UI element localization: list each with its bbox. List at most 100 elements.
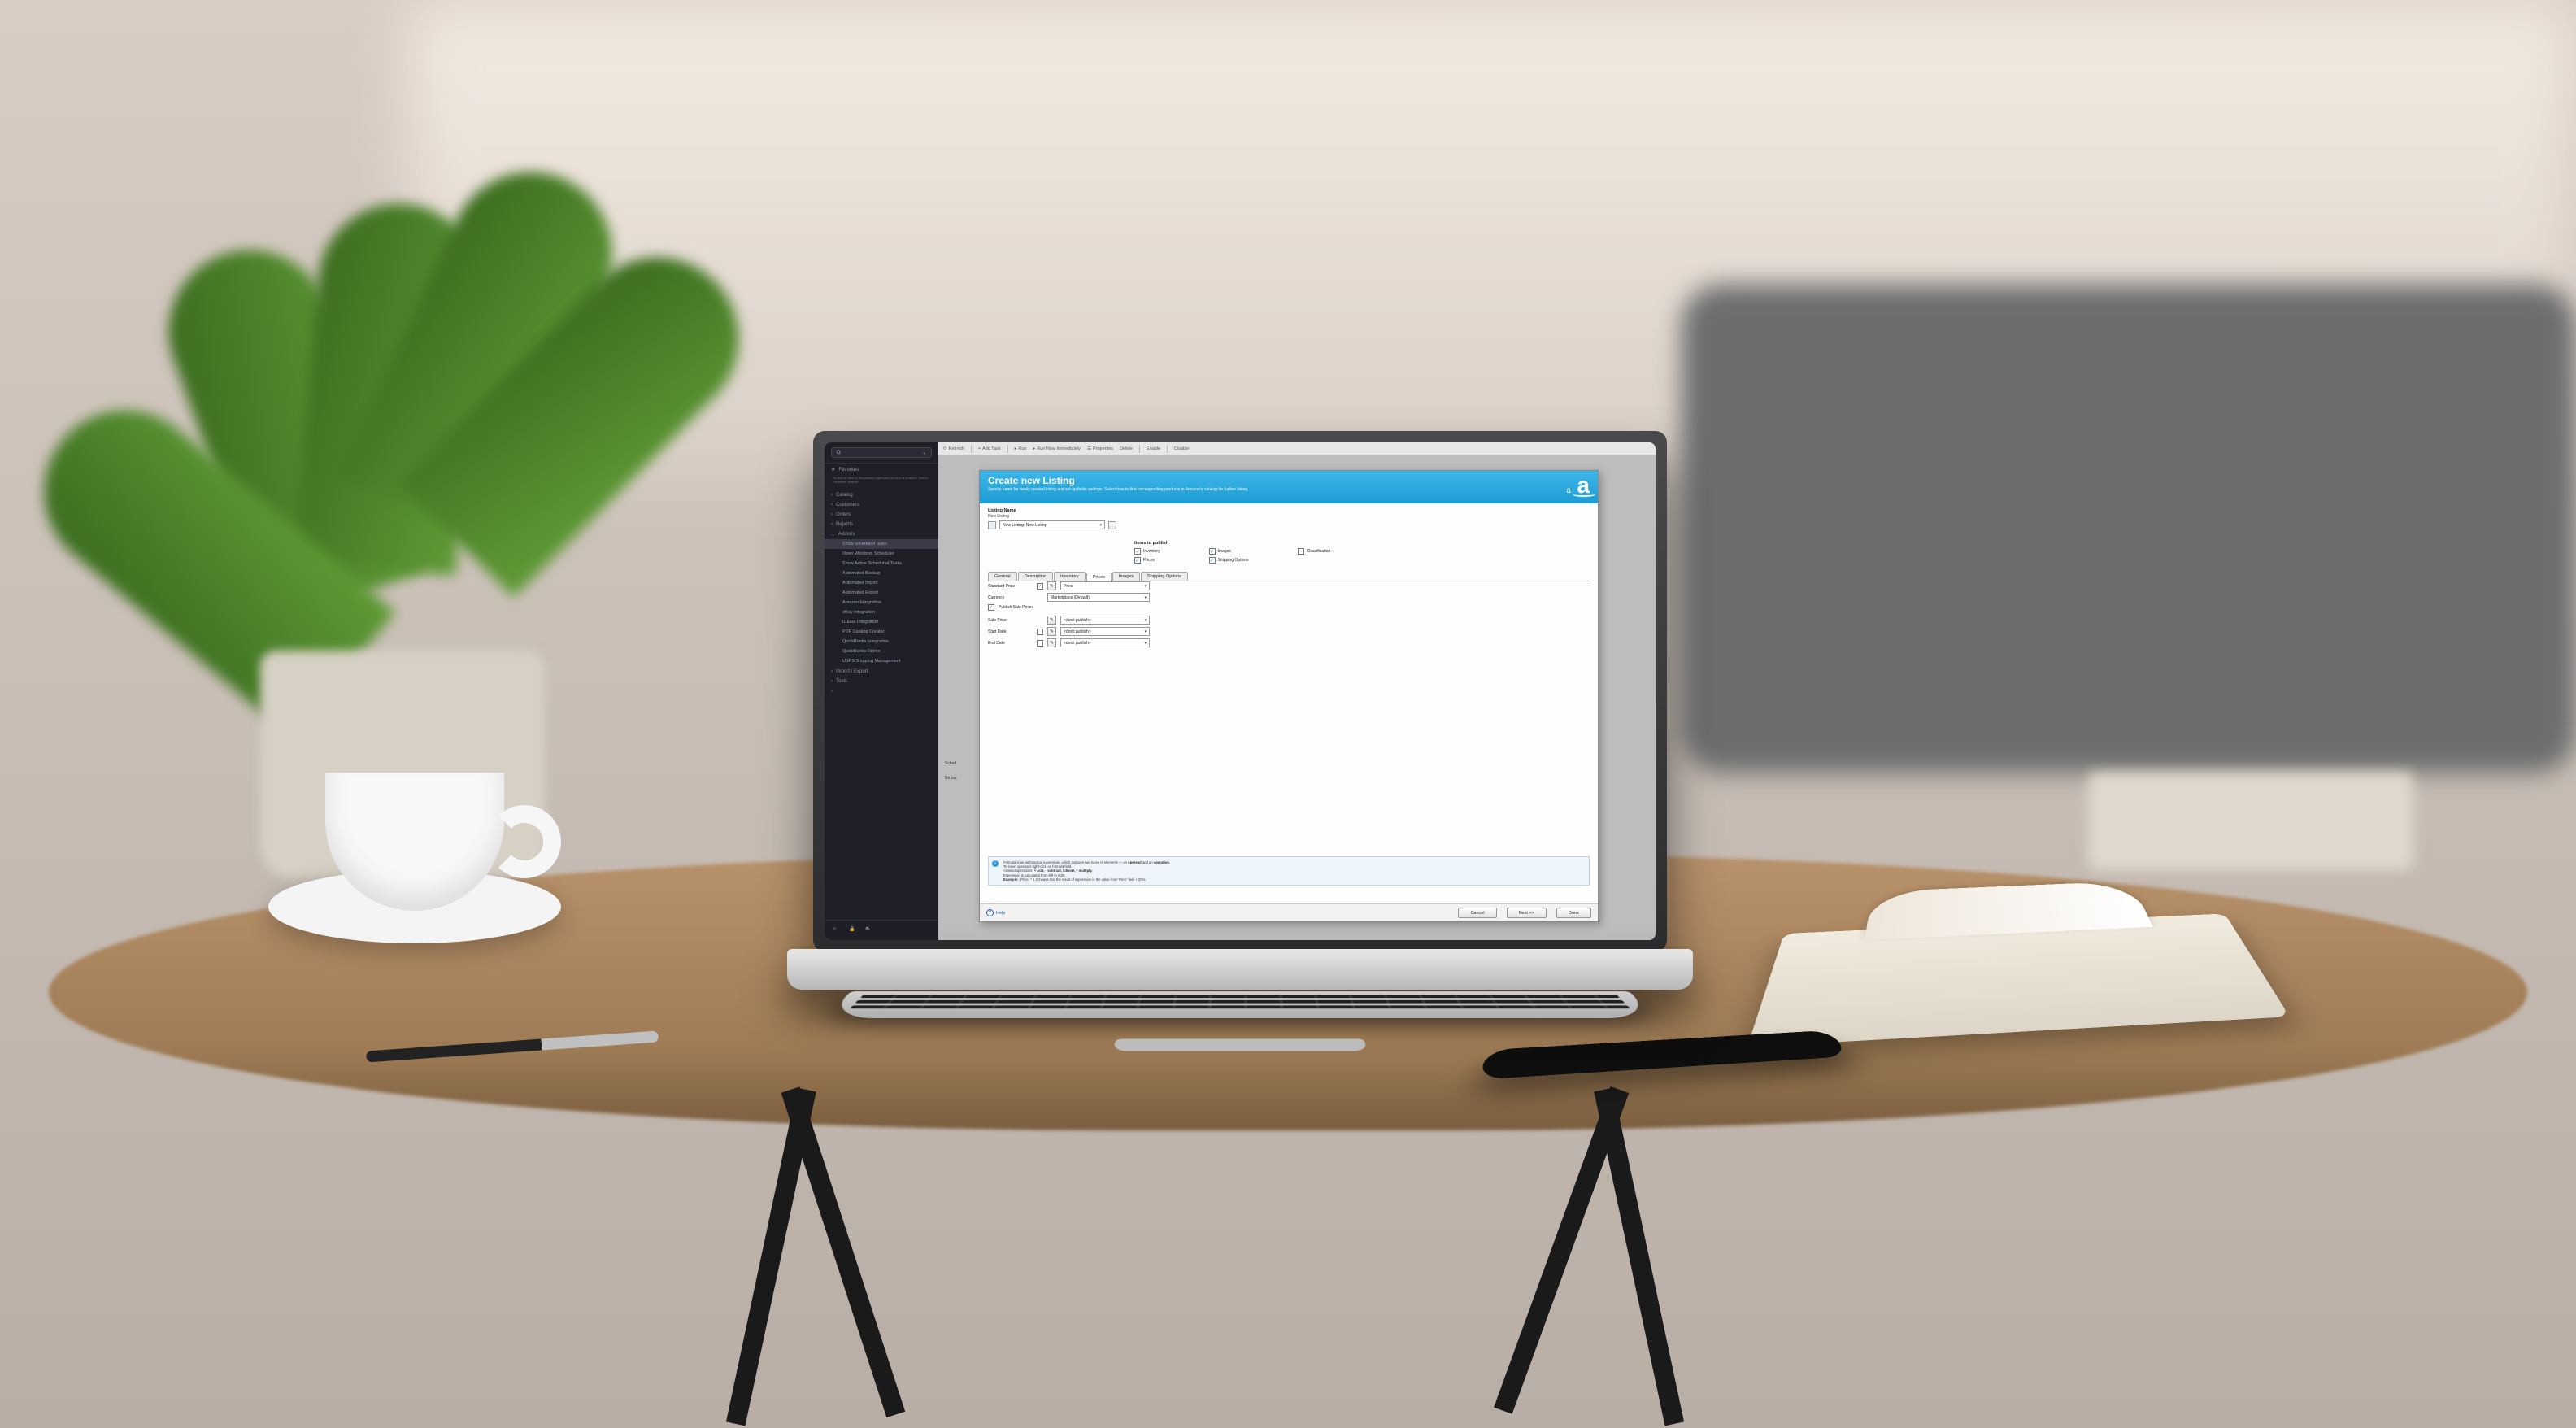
toolbar-properties[interactable]: ☰Properties xyxy=(1087,446,1113,451)
chevron-down-icon: ▾ xyxy=(1144,641,1147,646)
tab-prices[interactable]: Prices xyxy=(1086,573,1112,581)
sidebar-item-usps[interactable]: USPS Shipping Management xyxy=(825,656,938,666)
toolbar-enable[interactable]: Enable xyxy=(1147,446,1160,451)
sidebar-item-amazon[interactable]: Amazon Integration xyxy=(825,598,938,607)
sidebar-section-more[interactable]: › xyxy=(825,686,938,695)
toolbar-add-task[interactable]: +Add Task xyxy=(978,446,1001,451)
wizard-footer: ? Help Cancel Next >> Done xyxy=(980,903,1598,921)
sidebar-item-active-tasks[interactable]: Show Active Scheduled Tasks xyxy=(825,559,938,568)
chevron-right-icon: › xyxy=(831,493,833,498)
chk-images[interactable]: ✓Images xyxy=(1209,548,1249,555)
tab-images[interactable]: Images xyxy=(1112,572,1140,581)
main-area: ⟳Refresh +Add Task ▸Run ▸Run Now Immedia… xyxy=(938,442,1656,940)
sidebar-section-catalog[interactable]: ›Catalog xyxy=(825,490,938,499)
sidebar-section-customers[interactable]: ›Customers xyxy=(825,499,938,509)
toolbar-disable[interactable]: Disable xyxy=(1174,446,1189,451)
label-end-date: End Date xyxy=(988,641,1033,646)
sidebar-store-value: O xyxy=(837,451,841,455)
bg-label-sched: Sched xyxy=(945,761,981,766)
listing-name-select[interactable]: New Listing: New Listing ▾ xyxy=(999,520,1105,529)
bg-label-note: No tas xyxy=(945,776,981,781)
home-icon[interactable]: ⌂ xyxy=(833,926,841,934)
sidebar-item-pdf-catalog[interactable]: PDF Catalog Creator xyxy=(825,627,938,637)
chevron-right-icon: › xyxy=(831,689,833,694)
sidebar-item-icecat[interactable]: ICEcat Integration xyxy=(825,617,938,627)
play-icon: ▸ xyxy=(1015,446,1017,451)
tab-inventory[interactable]: Inventory xyxy=(1054,572,1086,581)
toolbar-delete[interactable]: Delete xyxy=(1120,446,1133,451)
tab-shipping[interactable]: Shipping Options xyxy=(1141,572,1188,581)
help-icon: ? xyxy=(986,909,994,916)
tab-description[interactable]: Description xyxy=(1018,572,1054,581)
label-publish-sale: Publish Sale Prices xyxy=(999,605,1033,610)
content-area: Sched No tas Create new Listing Specify … xyxy=(938,455,1656,940)
edit-standard-price[interactable]: ✎ xyxy=(1047,581,1056,590)
help-link[interactable]: ? Help xyxy=(986,909,1005,916)
chevron-right-icon: › xyxy=(831,679,833,684)
formula-hint: i Formula is an arithmetical expression,… xyxy=(988,856,1590,886)
chk-start-date[interactable] xyxy=(1037,629,1043,635)
sidebar-store-select[interactable]: O ⌄ xyxy=(831,447,932,458)
chevron-right-icon: › xyxy=(831,503,833,507)
sidebar-section-tools[interactable]: ›Tools xyxy=(825,676,938,686)
sidebar-section-reports[interactable]: ›Reports xyxy=(825,519,938,529)
listing-more-button[interactable]: ⋯ xyxy=(1108,521,1116,529)
select-currency[interactable]: Marketplace (Default)▾ xyxy=(1047,593,1150,602)
tab-content-prices: Standard Price ✓ ✎ Price▾ Currency Marke… xyxy=(988,581,1590,860)
edit-start-date[interactable]: ✎ xyxy=(1047,627,1056,636)
app-screen: O ⌄ ★ Favorites To add an item to the pr… xyxy=(825,442,1656,940)
sidebar-item-auto-export[interactable]: Automated Export xyxy=(825,588,938,598)
chevron-down-icon: ▾ xyxy=(1144,584,1147,589)
chevron-down-icon: ⌄ xyxy=(831,532,835,538)
toolbar-refresh[interactable]: ⟳Refresh xyxy=(943,446,964,451)
sidebar-item-auto-backup[interactable]: Automated Backup xyxy=(825,568,938,578)
sidebar-item-ebay[interactable]: eBay Integration xyxy=(825,607,938,617)
new-listing-label: New Listing xyxy=(988,514,1590,519)
select-end-date[interactable]: <don't publish>▾ xyxy=(1060,638,1150,647)
star-icon: ★ xyxy=(831,467,835,472)
select-standard-price[interactable]: Price▾ xyxy=(1060,581,1150,590)
gear-icon[interactable]: ⚙ xyxy=(865,926,873,934)
chk-publish-sale[interactable]: ✓ xyxy=(988,604,994,611)
lock-icon[interactable]: 🔒 xyxy=(849,926,857,934)
select-sale-price[interactable]: <don't publish>▾ xyxy=(1060,616,1150,625)
sidebar-section-orders[interactable]: ›Orders xyxy=(825,509,938,519)
wizard-banner: Create new Listing Specify name for newl… xyxy=(980,471,1598,503)
sidebar-item-quickbooks-online[interactable]: QuickBooks Online xyxy=(825,647,938,656)
toolbar-run[interactable]: ▸Run xyxy=(1015,446,1027,451)
chk-inventory[interactable]: ✓Inventory xyxy=(1134,548,1160,555)
sidebar-section-import-export[interactable]: ›Import / Export xyxy=(825,666,938,676)
chk-shipping[interactable]: ✓Shipping Options xyxy=(1209,557,1249,564)
refresh-icon: ⟳ xyxy=(943,446,947,451)
items-to-publish-heading: Items to publish xyxy=(1134,541,1586,546)
tab-general[interactable]: General xyxy=(988,572,1017,581)
play-now-icon: ▸ xyxy=(1033,446,1035,451)
toolbar: ⟳Refresh +Add Task ▸Run ▸Run Now Immedia… xyxy=(938,442,1656,455)
label-standard-price: Standard Price xyxy=(988,584,1033,589)
sidebar-footer: ⌂ 🔒 ⚙ xyxy=(825,920,938,940)
chevron-down-icon: ▾ xyxy=(1144,595,1147,600)
wizard-tabs: General Description Inventory Prices Ima… xyxy=(988,572,1590,581)
chk-classification[interactable]: Classification xyxy=(1298,548,1330,555)
sidebar-item-open-scheduler[interactable]: Open Windows Scheduler xyxy=(825,549,938,559)
sidebar-section-addons[interactable]: ⌄Addons xyxy=(825,529,938,539)
done-button[interactable]: Done xyxy=(1556,908,1591,918)
next-button[interactable]: Next >> xyxy=(1507,908,1547,918)
cancel-button[interactable]: Cancel xyxy=(1458,908,1496,918)
listing-icon[interactable]: 📄 xyxy=(988,521,996,529)
chevron-right-icon: › xyxy=(831,522,833,527)
sidebar-item-quickbooks[interactable]: QuickBooks Integration xyxy=(825,637,938,647)
amazon-logo-icon: aa xyxy=(1577,474,1590,497)
edit-sale-price[interactable]: ✎ xyxy=(1047,616,1056,625)
edit-end-date[interactable]: ✎ xyxy=(1047,638,1056,647)
sidebar-favorites-header[interactable]: ★ Favorites xyxy=(825,464,938,474)
toolbar-run-now[interactable]: ▸Run Now Immediately xyxy=(1033,446,1081,451)
sidebar-item-scheduled-tasks[interactable]: Show scheduled tasks xyxy=(825,539,938,549)
chk-standard-price[interactable]: ✓ xyxy=(1037,583,1043,590)
chk-prices[interactable]: ✓Prices xyxy=(1134,557,1160,564)
chk-end-date[interactable] xyxy=(1037,640,1043,647)
select-start-date[interactable]: <don't publish>▾ xyxy=(1060,627,1150,636)
label-start-date: Start Date xyxy=(988,629,1033,634)
sidebar: O ⌄ ★ Favorites To add an item to the pr… xyxy=(825,442,938,940)
sidebar-item-auto-import[interactable]: Automated Import xyxy=(825,578,938,588)
